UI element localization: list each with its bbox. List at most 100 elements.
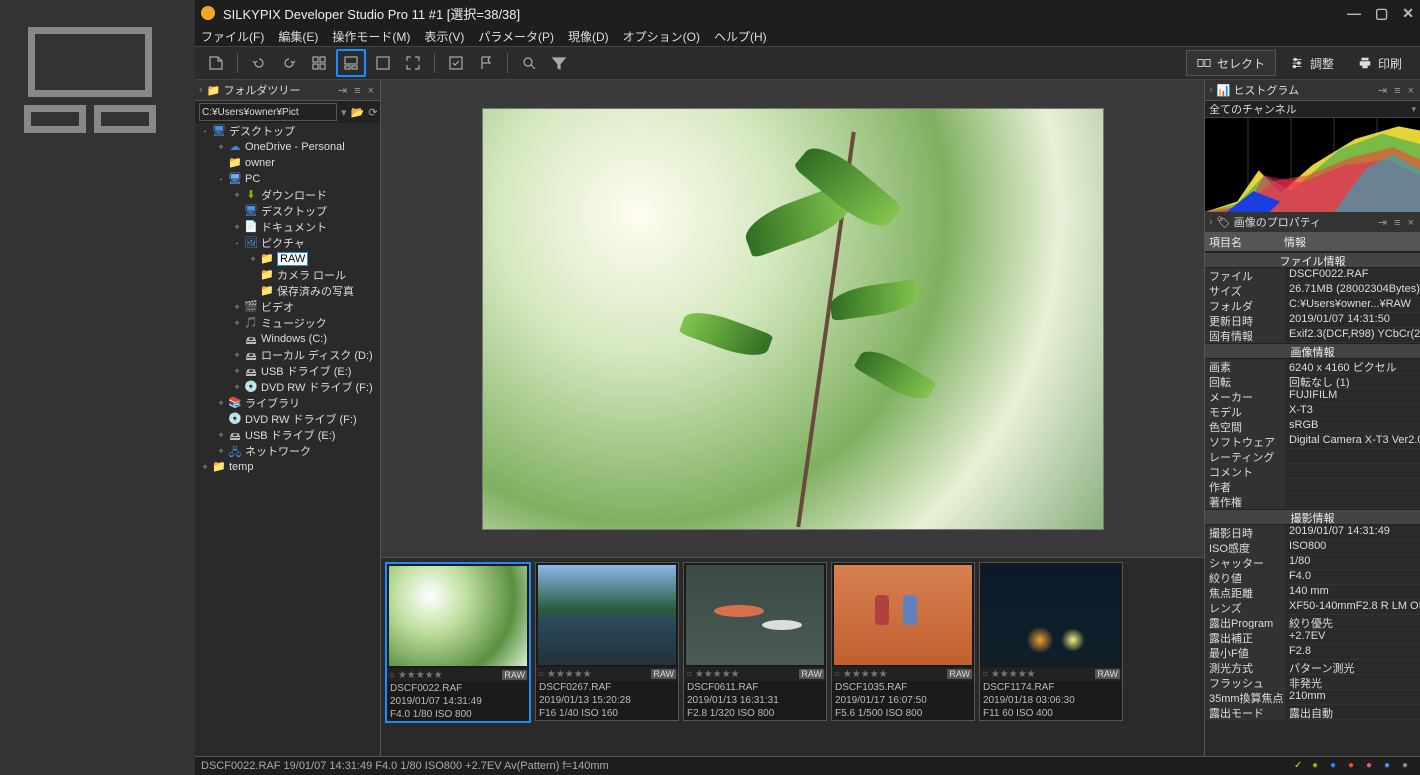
property-row: 最小F値F2.8 bbox=[1205, 645, 1420, 660]
menu-item[interactable]: 操作モード(M) bbox=[332, 28, 410, 45]
folder-panel-header: ‹ 📁 フォルダツリー ⇥ ≡ × bbox=[195, 80, 380, 101]
combination-view-icon[interactable] bbox=[336, 49, 366, 77]
property-row: 回転回転なし (1) bbox=[1205, 374, 1420, 389]
menu-bar: ファイル(F) 編集(E) 操作モード(M) 表示(V) パラメータ(P) 現像(D) オプ… bbox=[195, 26, 1420, 46]
thumbnail[interactable]: ○ ★★★★★RAWDSCF0267.RAF2019/01/13 15:20:2… bbox=[535, 562, 679, 721]
status-indicator-icon[interactable]: ✓ bbox=[1294, 760, 1306, 772]
tree-item[interactable]: +📁temp bbox=[195, 459, 380, 475]
preview-area[interactable] bbox=[381, 80, 1204, 557]
histogram-chart bbox=[1205, 118, 1420, 212]
thumbnail[interactable]: ○ ★★★★★RAWDSCF0022.RAF2019/01/07 14:31:4… bbox=[385, 562, 531, 723]
minimize-button[interactable]: — bbox=[1347, 5, 1361, 22]
title-bar: SILKYPIX Developer Studio Pro 11 #1 [選択=… bbox=[195, 0, 1420, 26]
property-row: 焦点距離140 mm bbox=[1205, 585, 1420, 600]
filter-icon[interactable] bbox=[546, 51, 572, 75]
tree-item[interactable]: -🖼ピクチャ bbox=[195, 235, 380, 251]
status-indicator-icon[interactable]: ● bbox=[1366, 760, 1378, 772]
channel-select[interactable]: 全てのチャンネル bbox=[1205, 101, 1420, 118]
property-row: シャッター1/80 bbox=[1205, 555, 1420, 570]
fit-icon[interactable] bbox=[400, 51, 426, 75]
refresh-icon[interactable]: ⟳ bbox=[368, 104, 377, 120]
property-row: ソフトウェアDigital Camera X-T3 Ver2.00 bbox=[1205, 434, 1420, 449]
menu-item[interactable]: ヘルプ(H) bbox=[714, 28, 767, 45]
tree-item[interactable]: 📁保存済みの写真 bbox=[195, 283, 380, 299]
check-icon[interactable] bbox=[443, 51, 469, 75]
tree-item[interactable]: +🖧ネットワーク bbox=[195, 443, 380, 459]
close-button[interactable]: ✕ bbox=[1402, 5, 1414, 22]
menu-item[interactable]: 表示(V) bbox=[424, 28, 464, 45]
menu-item[interactable]: オプション(O) bbox=[623, 28, 700, 45]
property-row: レンズXF50-140mmF2.8 R LM OIS WR bbox=[1205, 600, 1420, 615]
status-indicator-icon[interactable]: ● bbox=[1348, 760, 1360, 772]
select-mode-button[interactable]: セレクト bbox=[1186, 50, 1276, 76]
property-row: フラッシュ非発光 bbox=[1205, 675, 1420, 690]
menu-item[interactable]: ファイル(F) bbox=[201, 28, 264, 45]
window-title: SILKYPIX Developer Studio Pro 11 #1 [選択=… bbox=[223, 4, 520, 23]
thumbnail[interactable]: ○ ★★★★★RAWDSCF1035.RAF2019/01/17 16:07:5… bbox=[831, 562, 975, 721]
status-indicator-icon[interactable]: ● bbox=[1384, 760, 1396, 772]
panel-collapse-icon[interactable]: ‹ bbox=[199, 84, 203, 96]
toolbar: セレクト 調整 印刷 bbox=[195, 46, 1420, 80]
flag-icon[interactable] bbox=[473, 51, 499, 75]
menu-item[interactable]: 編集(E) bbox=[278, 28, 318, 45]
property-row: 露出Program絞り優先 bbox=[1205, 615, 1420, 630]
status-indicator-icon[interactable]: ● bbox=[1330, 760, 1342, 772]
path-input[interactable] bbox=[199, 103, 337, 121]
tree-item[interactable]: -🖥デスクトップ bbox=[195, 123, 380, 139]
histogram-panel-header: › 📊 ヒストグラム ⇥ ≡ × bbox=[1205, 80, 1420, 101]
rotate-left-icon[interactable] bbox=[246, 51, 272, 75]
property-row: 著作権 bbox=[1205, 494, 1420, 509]
thumbnail[interactable]: ○ ★★★★★RAWDSCF1174.RAF2019/01/18 03:06:3… bbox=[979, 562, 1123, 721]
tree-item[interactable]: +⬇ダウンロード bbox=[195, 187, 380, 203]
export-icon[interactable] bbox=[203, 51, 229, 75]
property-row: モデルX-T3 bbox=[1205, 404, 1420, 419]
tree-item[interactable]: +📁RAW bbox=[195, 251, 380, 267]
rotate-right-icon[interactable] bbox=[276, 51, 302, 75]
menu-item[interactable]: パラメータ(P) bbox=[478, 28, 554, 45]
tree-item[interactable]: +💿DVD RW ドライブ (F:) bbox=[195, 379, 380, 395]
property-row: メーカーFUJIFILM bbox=[1205, 389, 1420, 404]
property-row: ファイルDSCF0022.RAF bbox=[1205, 268, 1420, 283]
property-row: 測光方式パターン測光 bbox=[1205, 660, 1420, 675]
tree-item[interactable]: +📚ライブラリ bbox=[195, 395, 380, 411]
panel-controls[interactable]: ⇥ ≡ × bbox=[1378, 216, 1416, 229]
tree-item[interactable]: +🖴USB ドライブ (E:) bbox=[195, 363, 380, 379]
folder-tree[interactable]: -🖥デスクトップ+☁OneDrive - Personal📁owner-🖥PC+… bbox=[195, 123, 380, 756]
status-indicator-icon[interactable]: ● bbox=[1402, 760, 1414, 772]
app-mode-icon bbox=[0, 0, 180, 160]
tree-item[interactable]: +☁OneDrive - Personal bbox=[195, 139, 380, 155]
tree-item[interactable]: +🖴ローカル ディスク (D:) bbox=[195, 347, 380, 363]
property-row: レーティング bbox=[1205, 449, 1420, 464]
histogram-icon: 📊 bbox=[1217, 84, 1231, 97]
tree-item[interactable]: +📄ドキュメント bbox=[195, 219, 380, 235]
panel-controls[interactable]: ⇥ ≡ × bbox=[338, 84, 376, 97]
tree-item[interactable]: +🖴USB ドライブ (E:) bbox=[195, 427, 380, 443]
tree-item[interactable]: 🖥デスクトップ bbox=[195, 203, 380, 219]
status-indicator-icon[interactable]: ● bbox=[1312, 760, 1324, 772]
tree-item[interactable]: +🎬ビデオ bbox=[195, 299, 380, 315]
tree-item[interactable]: 💿DVD RW ドライブ (F:) bbox=[195, 411, 380, 427]
preview-image bbox=[482, 108, 1104, 530]
tree-item[interactable]: +🎵ミュージック bbox=[195, 315, 380, 331]
property-row: 露出補正+2.7EV bbox=[1205, 630, 1420, 645]
properties-table: 項目名情報ファイル情報ファイルDSCF0022.RAFサイズ26.71MB (2… bbox=[1205, 233, 1420, 756]
grid-view-icon[interactable] bbox=[306, 51, 332, 75]
print-button[interactable]: 印刷 bbox=[1348, 55, 1412, 72]
property-row: 35mm換算焦点210mm bbox=[1205, 690, 1420, 705]
thumbnail[interactable]: ○ ★★★★★RAWDSCF0611.RAF2019/01/13 16:31:3… bbox=[683, 562, 827, 721]
search-icon[interactable] bbox=[516, 51, 542, 75]
property-row: 更新日時2019/01/07 14:31:50 bbox=[1205, 313, 1420, 328]
property-row: 作者 bbox=[1205, 479, 1420, 494]
tree-item[interactable]: 🖴Windows (C:) bbox=[195, 331, 380, 347]
adjust-button[interactable]: 調整 bbox=[1280, 55, 1344, 72]
filmstrip[interactable]: ○ ★★★★★RAWDSCF0022.RAF2019/01/07 14:31:4… bbox=[381, 557, 1204, 756]
maximize-button[interactable]: ▢ bbox=[1375, 5, 1388, 22]
property-row: サイズ26.71MB (28002304Bytes) bbox=[1205, 283, 1420, 298]
tree-item[interactable]: -🖥PC bbox=[195, 171, 380, 187]
panel-controls[interactable]: ⇥ ≡ × bbox=[1378, 84, 1416, 97]
single-view-icon[interactable] bbox=[370, 51, 396, 75]
tree-item[interactable]: 📁カメラ ロール bbox=[195, 267, 380, 283]
menu-item[interactable]: 現像(D) bbox=[568, 28, 609, 45]
tree-item[interactable]: 📁owner bbox=[195, 155, 380, 171]
folder-open-icon[interactable]: 📂 bbox=[351, 104, 365, 120]
